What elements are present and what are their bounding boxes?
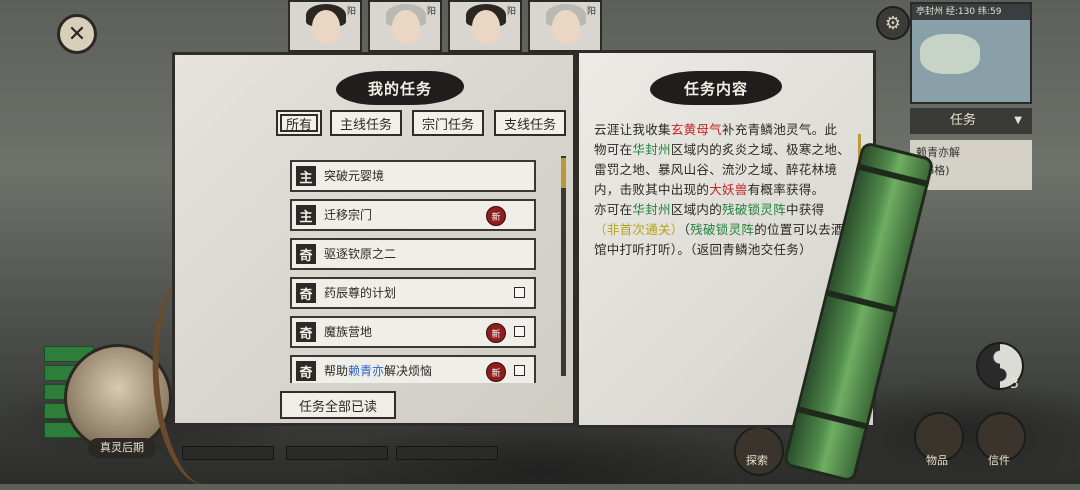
items-label: 物品 xyxy=(926,454,948,467)
task-name: 突破元婴境 xyxy=(324,169,385,183)
explore-label: 探索 xyxy=(746,454,768,467)
task-name-prefix: 帮助 xyxy=(324,364,349,378)
minimap-land xyxy=(920,34,980,74)
task-name: 药辰尊的计划 xyxy=(324,286,397,300)
explore-button[interactable] xyxy=(734,426,784,476)
chevron-down-icon: ▼ xyxy=(1014,115,1022,126)
tab-main[interactable]: 主线任务 xyxy=(330,110,402,136)
description-text: 亦可在 xyxy=(594,202,633,217)
portrait-tag: 阳 xyxy=(586,7,596,17)
portrait-tag: 阳 xyxy=(426,7,436,17)
companion-portrait[interactable]: 阳 xyxy=(368,0,442,52)
task-track-checkbox[interactable] xyxy=(514,287,525,298)
companion-portraits: 阳 阳 阳 阳 xyxy=(288,0,688,52)
exp-bar xyxy=(396,446,498,460)
new-badge: 新 xyxy=(486,362,506,382)
task-type-badge: 奇 xyxy=(296,322,316,342)
companion-portrait[interactable]: 阳 xyxy=(528,0,602,52)
portrait-tag: 阳 xyxy=(506,7,516,17)
task-list-title: 我的任务 xyxy=(336,71,464,105)
task-row[interactable]: 主 迁移宗门 新 xyxy=(290,199,536,231)
mark-all-read-button[interactable]: 任务全部已读 xyxy=(280,391,396,419)
mp-bar xyxy=(286,446,388,460)
highlight-text: 残破锁灵阵 xyxy=(722,202,787,217)
task-name: 帮助赖青亦解决烦恼 xyxy=(324,357,432,385)
task-type-badge: 奇 xyxy=(296,283,316,303)
settings-gear-icon[interactable]: ⚙ xyxy=(876,6,910,40)
task-track-checkbox[interactable] xyxy=(514,326,525,337)
task-name: 驱逐钦原之二 xyxy=(324,247,397,261)
task-track-checkbox[interactable] xyxy=(514,365,525,376)
task-name: 迁移宗门 xyxy=(324,208,373,222)
task-row[interactable]: 奇 药辰尊的计划 xyxy=(290,277,536,309)
task-type-badge: 奇 xyxy=(296,361,316,381)
task-name: 魔族营地 xyxy=(324,325,373,339)
side-task-tab-label: 任务 xyxy=(950,113,977,128)
yinyang-count: 3 xyxy=(1010,376,1019,392)
close-button[interactable]: ✕ xyxy=(57,14,97,54)
task-type-badge: 主 xyxy=(296,205,316,225)
task-type-badge: 主 xyxy=(296,166,316,186)
new-badge: 新 xyxy=(486,206,506,226)
task-row[interactable]: 奇 帮助赖青亦解决烦恼 新 xyxy=(290,355,536,383)
description-text: 云涯让我收集 xyxy=(594,122,671,137)
mail-label: 信件 xyxy=(988,454,1010,467)
task-name-suffix: 解决烦恼 xyxy=(384,364,433,378)
task-description-paragraph: 亦可在华封州区域内的残破锁灵阵中获得（非首次通关）（残破锁灵阵的位置可以去酒馆中… xyxy=(594,200,850,260)
highlight-text: 玄黄母气 xyxy=(670,122,723,137)
task-type-badge: 奇 xyxy=(296,244,316,264)
task-list-scrollbar[interactable] xyxy=(561,156,566,376)
npc-name-link: 赖青亦 xyxy=(348,364,385,378)
tab-sect[interactable]: 宗门任务 xyxy=(412,110,484,136)
tab-side[interactable]: 支线任务 xyxy=(494,110,566,136)
task-list-scroll-thumb[interactable] xyxy=(561,158,566,188)
highlight-text: 华封州 xyxy=(632,142,671,157)
side-task-info-line: 赖青亦解 xyxy=(916,146,960,159)
new-badge: 新 xyxy=(486,323,506,343)
tab-all[interactable]: 所有 xyxy=(276,110,322,136)
description-text: 中获得 xyxy=(786,202,825,217)
companion-portrait[interactable]: 阳 xyxy=(448,0,522,52)
minimap[interactable]: 亭封州 经:130 纬:59 xyxy=(910,2,1032,104)
task-description: 云涯让我收集玄黄母气补充青鳞池灵气。此物可在华封州区域内的炙炎之域、极寒之地、雷… xyxy=(594,120,850,260)
minimap-title: 亭封州 经:130 纬:59 xyxy=(912,4,1030,20)
highlight-text: 大妖兽 xyxy=(709,182,748,197)
task-row[interactable]: 奇 魔族营地 新 xyxy=(290,316,536,348)
side-task-tab[interactable]: 任务 ▼ xyxy=(910,108,1032,134)
task-row[interactable]: 奇 驱逐钦原之二 xyxy=(290,238,536,270)
task-description-paragraph: 云涯让我收集玄黄母气补充青鳞池灵气。此物可在华封州区域内的炙炎之域、极寒之地、雷… xyxy=(594,120,850,200)
description-text: 有概率获得。 xyxy=(747,182,825,197)
task-content-title: 任务内容 xyxy=(650,71,782,105)
highlight-text: 残破锁灵阵 xyxy=(690,222,755,237)
highlight-text: （非首次通关） xyxy=(594,222,684,237)
description-text: 区域内的 xyxy=(670,202,723,217)
portrait-tag: 阳 xyxy=(346,7,356,17)
cultivation-badge: 真灵后期 xyxy=(88,438,156,458)
close-x-icon: ✕ xyxy=(67,21,87,47)
highlight-text: 华封州 xyxy=(632,202,671,217)
companion-portrait[interactable]: 阳 xyxy=(288,0,362,52)
task-row[interactable]: 主 突破元婴境 xyxy=(290,160,536,192)
